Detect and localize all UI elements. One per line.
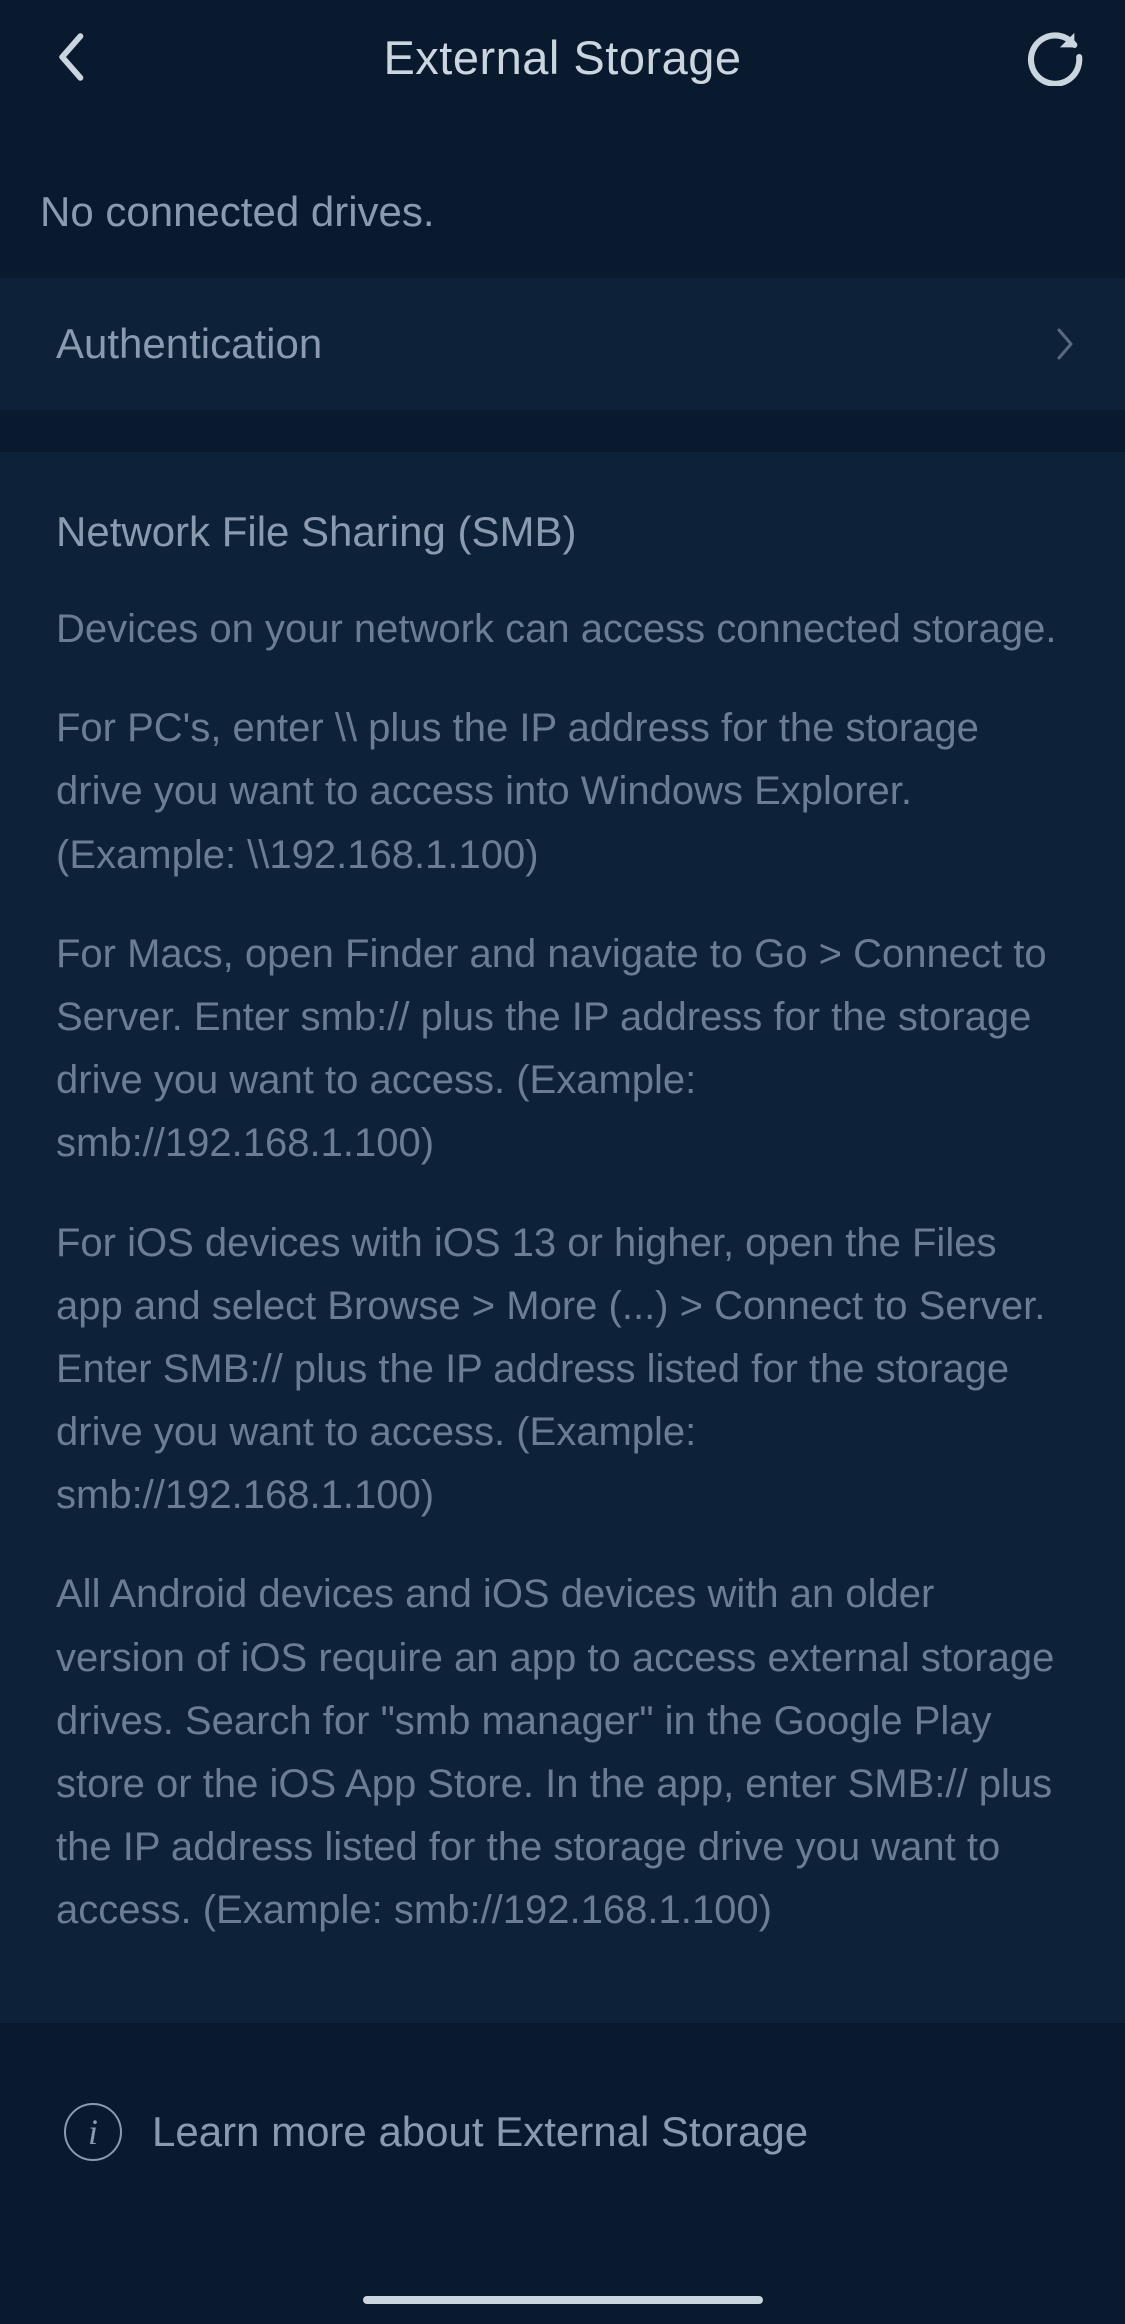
- back-button[interactable]: [40, 27, 100, 87]
- smb-desc: Devices on your network can access conne…: [56, 598, 1069, 661]
- authentication-label: Authentication: [56, 320, 322, 368]
- learn-more-label: Learn more about External Storage: [152, 2108, 808, 2156]
- smb-info-section: Network File Sharing (SMB) Devices on yo…: [0, 452, 1125, 2023]
- refresh-button[interactable]: [1025, 27, 1085, 87]
- info-icon: i: [64, 2103, 122, 2161]
- chevron-left-icon: [52, 31, 88, 83]
- no-drives-text: No connected drives.: [40, 188, 1085, 236]
- connected-drives-status: No connected drives.: [0, 120, 1125, 278]
- refresh-icon: [1026, 28, 1084, 86]
- chevron-right-icon: [1053, 324, 1077, 364]
- authentication-menu-item[interactable]: Authentication: [0, 278, 1125, 410]
- header: External Storage: [0, 0, 1125, 120]
- smb-mac-instructions: For Macs, open Finder and navigate to Go…: [56, 923, 1069, 1176]
- smb-ios-instructions: For iOS devices with iOS 13 or higher, o…: [56, 1212, 1069, 1528]
- page-title: External Storage: [383, 30, 741, 85]
- smb-section-title: Network File Sharing (SMB): [56, 508, 1069, 556]
- smb-pc-instructions: For PC's, enter \\ plus the IP address f…: [56, 697, 1069, 887]
- smb-android-instructions: All Android devices and iOS devices with…: [56, 1563, 1069, 1942]
- learn-more-link[interactable]: i Learn more about External Storage: [0, 2023, 1125, 2201]
- section-gap: [0, 410, 1125, 452]
- home-indicator[interactable]: [363, 2296, 763, 2304]
